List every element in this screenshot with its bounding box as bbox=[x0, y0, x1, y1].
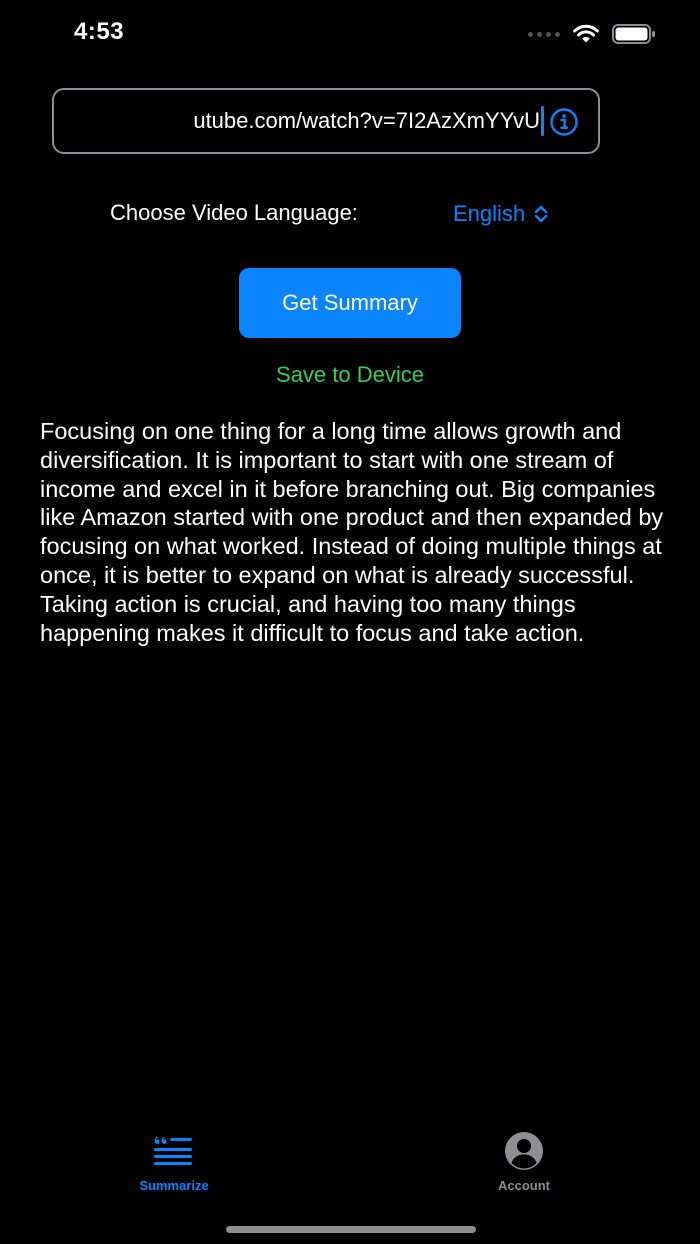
battery-icon bbox=[612, 24, 655, 44]
status-icons bbox=[528, 22, 656, 46]
wifi-icon bbox=[573, 24, 599, 43]
summary-text: Focusing on one thing for a long time al… bbox=[40, 418, 664, 646]
video-url-input[interactable] bbox=[54, 90, 546, 152]
tab-bar: Summarize Account bbox=[0, 1130, 700, 1210]
account-circle-icon bbox=[503, 1130, 545, 1172]
text-caret bbox=[541, 106, 544, 136]
tab-summarize-label: Summarize bbox=[139, 1178, 209, 1193]
get-summary-label: Get Summary bbox=[282, 290, 418, 315]
tab-summarize[interactable]: Summarize bbox=[104, 1130, 244, 1200]
info-circle-icon[interactable] bbox=[548, 106, 580, 138]
language-label: Choose Video Language: bbox=[110, 200, 358, 225]
chevron-up-down-icon bbox=[534, 205, 548, 223]
language-row: Choose Video Language: English bbox=[0, 198, 700, 230]
video-url-field[interactable] bbox=[52, 88, 600, 154]
tab-account-label: Account bbox=[498, 1178, 550, 1193]
language-picker[interactable]: English bbox=[453, 198, 549, 230]
cellular-signal-icon bbox=[528, 31, 560, 37]
language-selected-value: English bbox=[453, 201, 526, 226]
get-summary-button[interactable]: Get Summary bbox=[239, 268, 461, 338]
tab-account[interactable]: Account bbox=[454, 1130, 594, 1200]
status-time: 4:53 bbox=[74, 18, 125, 45]
save-to-device-button[interactable]: Save to Device bbox=[0, 362, 700, 388]
home-indicator bbox=[226, 1226, 476, 1233]
status-bar: 4:53 bbox=[0, 0, 700, 70]
quote-lines-icon bbox=[153, 1130, 195, 1172]
